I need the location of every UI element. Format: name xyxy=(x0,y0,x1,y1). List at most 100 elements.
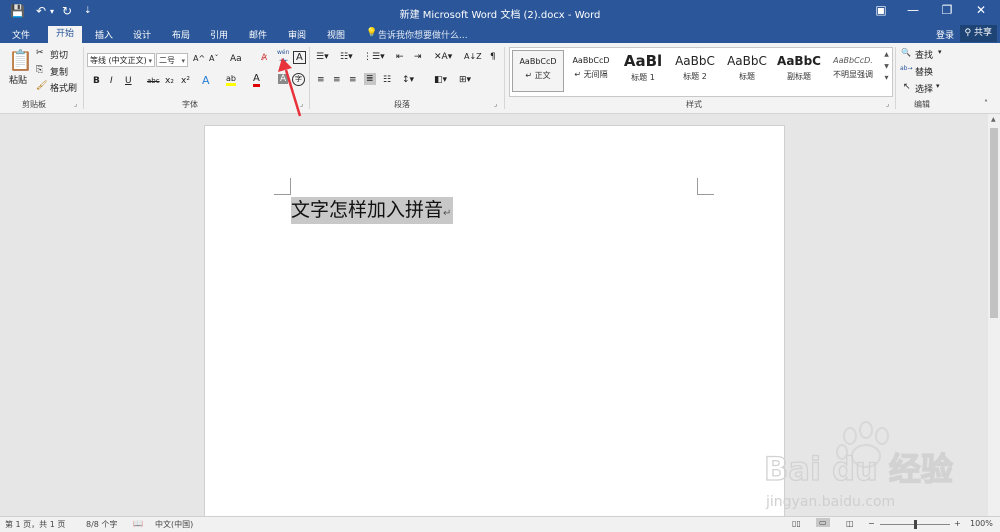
paste-button[interactable]: 粘贴 xyxy=(9,73,27,86)
zoom-out-button[interactable]: − xyxy=(868,519,875,528)
style-item[interactable]: AaBbCcD ↵ 无间隔 xyxy=(565,50,617,92)
bold-button[interactable]: B xyxy=(93,76,100,86)
print-layout-icon[interactable]: ▭ xyxy=(816,518,830,527)
paragraph-group-label: 段落 xyxy=(394,100,410,109)
phonetic-pinyin: wén xyxy=(277,49,290,56)
scrollbar-thumb[interactable] xyxy=(990,128,998,318)
align-right-icon[interactable]: ≡ xyxy=(349,75,357,85)
tab-review[interactable]: 审阅 xyxy=(288,28,306,41)
italic-button[interactable]: I xyxy=(110,76,113,86)
paragraph-launcher-icon[interactable]: ⌟ xyxy=(494,100,497,108)
zoom-level[interactable]: 100% xyxy=(970,519,993,528)
tab-references[interactable]: 引用 xyxy=(210,28,228,41)
styles-more-icon[interactable]: ▾ xyxy=(881,73,892,82)
chinese-layout-icon[interactable]: ✕A▾ xyxy=(434,52,452,62)
tab-home[interactable]: 开始 xyxy=(48,26,83,43)
bullets-icon[interactable]: ☰▾ xyxy=(316,52,329,62)
tell-me-input[interactable]: 告诉我你想要做什么... xyxy=(378,28,468,41)
minimize-icon[interactable]: — xyxy=(904,3,922,17)
show-marks-icon[interactable]: ¶ xyxy=(490,52,496,62)
styles-launcher-icon[interactable]: ⌟ xyxy=(886,100,889,108)
style-preview: AaBbCcD. xyxy=(833,56,873,65)
justify-icon[interactable]: ≣ xyxy=(364,73,376,85)
select-button[interactable]: 选择 xyxy=(915,82,933,95)
ribbon-display-icon[interactable]: ▣ xyxy=(872,3,890,17)
web-layout-icon[interactable]: ◫ xyxy=(846,519,854,528)
align-center-icon[interactable]: ≡ xyxy=(333,75,341,85)
style-item[interactable]: AaBbC 副标题 xyxy=(773,50,825,92)
window-title: 新建 Microsoft Word 文档 (2).docx - Word xyxy=(399,10,601,21)
tab-file[interactable]: 文件 xyxy=(12,28,30,41)
find-button[interactable]: 查找 xyxy=(915,48,933,61)
grow-font-icon[interactable]: A^ xyxy=(193,54,205,63)
scroll-up-arrow-icon[interactable]: ▲ xyxy=(991,116,996,123)
chevron-down-icon[interactable]: ▾ xyxy=(938,48,942,56)
font-name-select[interactable]: 等线 (中文正文) ▾ xyxy=(87,53,155,67)
distributed-icon[interactable]: ☷ xyxy=(383,75,391,85)
watermark-brand: Bai du 经验 xyxy=(764,450,953,488)
font-size-select[interactable]: 二号 ▾ xyxy=(156,53,188,67)
copy-icon: ⎘ xyxy=(36,65,44,75)
collapse-ribbon-icon[interactable]: ˄ xyxy=(984,99,988,108)
style-item[interactable]: AaBbC 标题 xyxy=(721,50,773,92)
clear-formatting-icon[interactable]: A̷ xyxy=(261,53,267,63)
font-color-icon[interactable]: A xyxy=(253,73,260,87)
shading-icon[interactable]: ◧▾ xyxy=(434,75,447,85)
tab-design[interactable]: 设计 xyxy=(133,28,151,41)
paste-icon[interactable]: 📋 xyxy=(8,48,33,72)
copy-button[interactable]: 复制 xyxy=(50,65,68,78)
page-count[interactable]: 第 1 页，共 1 页 xyxy=(5,519,65,530)
ribbon-tabs: 文件 开始 插入 设计 布局 引用 邮件 审阅 视图 💡 告诉我你想要做什么..… xyxy=(0,24,1000,43)
style-item[interactable]: AaBl 标题 1 xyxy=(617,50,669,92)
decrease-indent-icon[interactable]: ⇤ xyxy=(396,52,404,62)
strikethrough-button[interactable]: abc xyxy=(147,77,160,85)
style-item[interactable]: AaBbC 标题 2 xyxy=(669,50,721,92)
increase-indent-icon[interactable]: ⇥ xyxy=(414,52,422,62)
vertical-scrollbar[interactable]: ▲ xyxy=(988,114,1000,516)
style-item[interactable]: AaBbCcD ↵ 正文 xyxy=(512,50,564,92)
change-case-icon[interactable]: Aa xyxy=(230,54,242,64)
language[interactable]: 中文(中国) xyxy=(155,519,193,530)
numbering-icon[interactable]: ☷▾ xyxy=(340,52,353,62)
styles-scroll: ▲ ▼ ▾ xyxy=(881,47,893,97)
zoom-slider[interactable] xyxy=(880,520,950,529)
scroll-up-icon[interactable]: ▲ xyxy=(881,51,892,58)
format-painter-button[interactable]: 格式刷 xyxy=(50,81,77,94)
tab-insert[interactable]: 插入 xyxy=(95,28,113,41)
line-spacing-icon[interactable]: ↕▾ xyxy=(402,75,414,85)
multilevel-list-icon[interactable]: ⋮☰▾ xyxy=(363,52,385,62)
scroll-down-icon[interactable]: ▼ xyxy=(881,63,892,70)
read-mode-icon[interactable]: ▯▯ xyxy=(792,519,801,528)
underline-button[interactable]: U xyxy=(125,76,132,86)
sort-icon[interactable]: A↓Z xyxy=(464,52,482,61)
borders-icon[interactable]: ⊞▾ xyxy=(459,75,471,85)
text-effects-icon[interactable]: A xyxy=(202,74,210,87)
zoom-slider-thumb[interactable] xyxy=(914,520,917,529)
proofing-icon[interactable]: 📖 xyxy=(133,519,143,528)
chevron-down-icon[interactable]: ▾ xyxy=(936,82,940,90)
tab-mailings[interactable]: 邮件 xyxy=(249,28,267,41)
style-item[interactable]: AaBbCcD. 不明显强调 xyxy=(826,50,880,92)
superscript-button[interactable]: x² xyxy=(181,76,190,86)
ribbon: 📋 粘贴 ✂ 剪切 ⎘ 复制 🖌 格式刷 剪贴板 ⌟ 等线 (中文正文) ▾ 二号… xyxy=(0,43,1000,114)
login-link[interactable]: 登录 xyxy=(936,28,954,41)
restore-icon[interactable]: ❐ xyxy=(938,3,956,17)
style-name: 副标题 xyxy=(787,72,811,81)
tab-view[interactable]: 视图 xyxy=(327,28,345,41)
close-icon[interactable]: ✕ xyxy=(972,3,990,17)
style-name: ↵ 无间隔 xyxy=(574,70,608,79)
highlight-icon[interactable]: ab xyxy=(226,74,236,86)
style-name: 标题 1 xyxy=(631,73,655,82)
zoom-in-button[interactable]: + xyxy=(954,519,961,528)
selected-document-text[interactable]: 文字怎样加入拼音↵ xyxy=(291,197,454,224)
replace-button[interactable]: 替换 xyxy=(915,65,933,78)
shrink-font-icon[interactable]: Aˇ xyxy=(209,54,218,63)
style-preview: AaBbC xyxy=(675,54,715,68)
subscript-button[interactable]: x₂ xyxy=(165,76,174,86)
cut-button[interactable]: 剪切 xyxy=(50,48,68,61)
align-left-icon[interactable]: ≡ xyxy=(317,75,325,85)
tab-layout[interactable]: 布局 xyxy=(172,28,190,41)
word-count[interactable]: 8/8 个字 xyxy=(86,519,117,530)
share-button[interactable]: ⚲ 共享 xyxy=(959,25,997,42)
clipboard-launcher-icon[interactable]: ⌟ xyxy=(74,100,77,108)
